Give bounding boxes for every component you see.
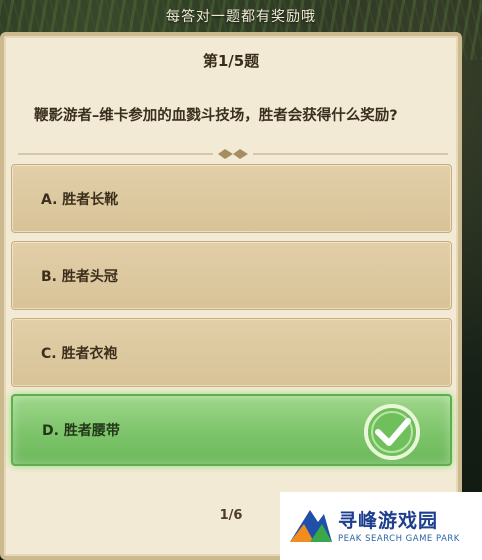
- ornament-divider-icon: [18, 149, 448, 159]
- logo-subtitle: PEAK SEARCH GAME PARK: [338, 534, 460, 544]
- quiz-card: 第1/5题 鞭影游者–维卡参加的血戮斗技场，胜者会获得什么奖励? A. 胜者长靴…: [0, 32, 462, 560]
- site-logo: 寻峰游戏园 PEAK SEARCH GAME PARK: [280, 492, 482, 560]
- option-d[interactable]: D. 胜者腰带: [11, 394, 452, 466]
- question-text: 鞭影游者–维卡参加的血戮斗技场，胜者会获得什么奖励?: [34, 108, 398, 124]
- option-d-label: D. 胜者腰带: [42, 423, 120, 439]
- option-a-label: A. 胜者长靴: [41, 192, 119, 208]
- question-progress: 第1/5题: [202, 52, 260, 70]
- option-b[interactable]: B. 胜者头冠: [11, 241, 452, 310]
- mountain-logo-icon: [290, 510, 332, 542]
- reward-banner: 每答对一题都有奖励哦: [166, 9, 316, 25]
- logo-name: 寻峰游戏园: [338, 510, 439, 532]
- option-b-label: B. 胜者头冠: [41, 269, 118, 285]
- check-circle-icon: [364, 404, 420, 460]
- option-a[interactable]: A. 胜者长靴: [11, 164, 452, 233]
- option-c[interactable]: C. 胜者衣袍: [11, 318, 452, 387]
- option-c-label: C. 胜者衣袍: [41, 346, 118, 362]
